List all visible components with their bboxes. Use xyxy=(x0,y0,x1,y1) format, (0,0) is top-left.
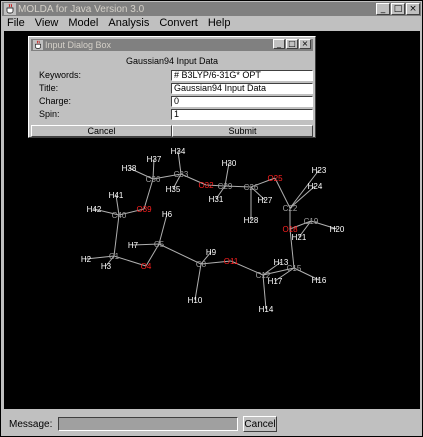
spin-input[interactable]: 1 xyxy=(171,109,313,120)
dialog-title: Input Dialog Box xyxy=(45,40,112,50)
atom-C26[interactable]: C26 xyxy=(244,183,259,192)
bond-C5-C8 xyxy=(158,243,202,265)
atom-H23[interactable]: H23 xyxy=(312,166,327,175)
java-cup-icon xyxy=(33,40,43,50)
window-titlebar[interactable]: MOLDA for Java Version 3.0 _ □ × xyxy=(2,2,421,16)
menu-file[interactable]: File xyxy=(2,17,30,29)
atom-H3[interactable]: H3 xyxy=(101,262,112,271)
atom-H31[interactable]: H31 xyxy=(209,195,224,204)
atom-O4[interactable]: O4 xyxy=(141,262,152,271)
dialog-cancel-button[interactable]: Cancel xyxy=(31,125,172,137)
atom-H21[interactable]: H21 xyxy=(292,233,307,242)
atom-C15[interactable]: C15 xyxy=(287,264,302,273)
atom-C8[interactable]: C8 xyxy=(196,260,207,269)
spin-label: Spin: xyxy=(39,109,60,119)
atom-O39[interactable]: O39 xyxy=(136,205,152,214)
atom-H9[interactable]: H9 xyxy=(206,248,217,257)
close-button[interactable]: × xyxy=(406,3,420,15)
atom-H41[interactable]: H41 xyxy=(109,191,124,200)
atom-H6[interactable]: H6 xyxy=(162,210,173,219)
atom-H17[interactable]: H17 xyxy=(268,277,283,286)
java-cup-icon xyxy=(4,3,16,15)
message-label: Message: xyxy=(9,419,53,430)
atom-C33[interactable]: C33 xyxy=(174,170,189,179)
atom-H30[interactable]: H30 xyxy=(222,159,237,168)
menu-bar: File View Model Analysis Convert Help xyxy=(2,16,421,30)
keywords-row: Keywords: # B3LYP/6-31G* OPT xyxy=(37,70,313,81)
atom-O25[interactable]: O25 xyxy=(267,174,283,183)
bond-C12-H14 xyxy=(262,274,267,310)
charge-input[interactable]: 0 xyxy=(171,96,313,107)
status-bar: Message: Cancel xyxy=(2,413,421,435)
atom-H35[interactable]: H35 xyxy=(166,185,181,194)
dialog-maximize-button[interactable]: □ xyxy=(286,39,298,49)
atom-C40[interactable]: C40 xyxy=(112,211,127,220)
bond-C8-H10 xyxy=(194,263,202,301)
bond-C1-C40 xyxy=(113,214,120,257)
charge-row: Charge: 0 xyxy=(37,96,313,107)
charge-label: Charge: xyxy=(39,96,72,106)
atom-H34[interactable]: H34 xyxy=(171,147,186,156)
atom-H38[interactable]: H38 xyxy=(122,164,137,173)
atom-O32[interactable]: O32 xyxy=(198,181,214,190)
atom-C5[interactable]: C5 xyxy=(154,240,165,249)
menu-analysis[interactable]: Analysis xyxy=(103,17,154,29)
atom-H28[interactable]: H28 xyxy=(244,216,259,225)
atom-H14[interactable]: H14 xyxy=(259,305,274,314)
keywords-input[interactable]: # B3LYP/6-31G* OPT xyxy=(171,70,313,81)
dialog-close-button[interactable]: × xyxy=(299,39,311,49)
maximize-button[interactable]: □ xyxy=(391,3,405,15)
window-title: MOLDA for Java Version 3.0 xyxy=(18,3,145,15)
keywords-label: Keywords: xyxy=(39,70,82,80)
atom-C29[interactable]: C29 xyxy=(218,182,233,191)
atom-H24[interactable]: H24 xyxy=(308,182,323,191)
atom-C1[interactable]: C1 xyxy=(109,252,120,261)
title-label: Title: xyxy=(39,83,59,93)
menu-model[interactable]: Model xyxy=(63,17,103,29)
atom-H37[interactable]: H37 xyxy=(147,155,162,164)
atom-C22[interactable]: C22 xyxy=(283,204,298,213)
dialog-actions: Cancel Submit xyxy=(31,125,313,137)
atom-H16[interactable]: H16 xyxy=(312,276,327,285)
atom-C19[interactable]: C19 xyxy=(304,217,319,226)
dialog-minimize-button[interactable]: _ xyxy=(273,39,285,49)
atom-H10[interactable]: H10 xyxy=(188,296,203,305)
submit-button[interactable]: Submit xyxy=(172,125,313,137)
title-row: Title: Gaussian94 Input Data xyxy=(37,83,313,94)
atom-H27[interactable]: H27 xyxy=(258,196,273,205)
dialog-heading: Gaussian94 Input Data xyxy=(125,56,219,66)
input-dialog: Input Dialog Box _ □ × Gaussian94 Input … xyxy=(28,36,316,138)
menu-convert[interactable]: Convert xyxy=(154,17,203,29)
atom-H42[interactable]: H42 xyxy=(87,205,102,214)
menu-view[interactable]: View xyxy=(30,17,64,29)
atom-C36[interactable]: C36 xyxy=(146,175,161,184)
title-input[interactable]: Gaussian94 Input Data xyxy=(171,83,313,94)
atom-H20[interactable]: H20 xyxy=(330,225,345,234)
message-field[interactable] xyxy=(58,417,238,431)
minimize-button[interactable]: _ xyxy=(376,3,390,15)
menu-help[interactable]: Help xyxy=(203,17,236,29)
spin-row: Spin: 1 xyxy=(37,109,313,120)
atom-H7[interactable]: H7 xyxy=(128,241,139,250)
atom-O11[interactable]: O11 xyxy=(224,257,239,266)
status-cancel-button[interactable]: Cancel xyxy=(243,416,277,432)
atom-H2[interactable]: H2 xyxy=(81,255,92,264)
dialog-titlebar[interactable]: Input Dialog Box _ □ × xyxy=(31,39,313,51)
